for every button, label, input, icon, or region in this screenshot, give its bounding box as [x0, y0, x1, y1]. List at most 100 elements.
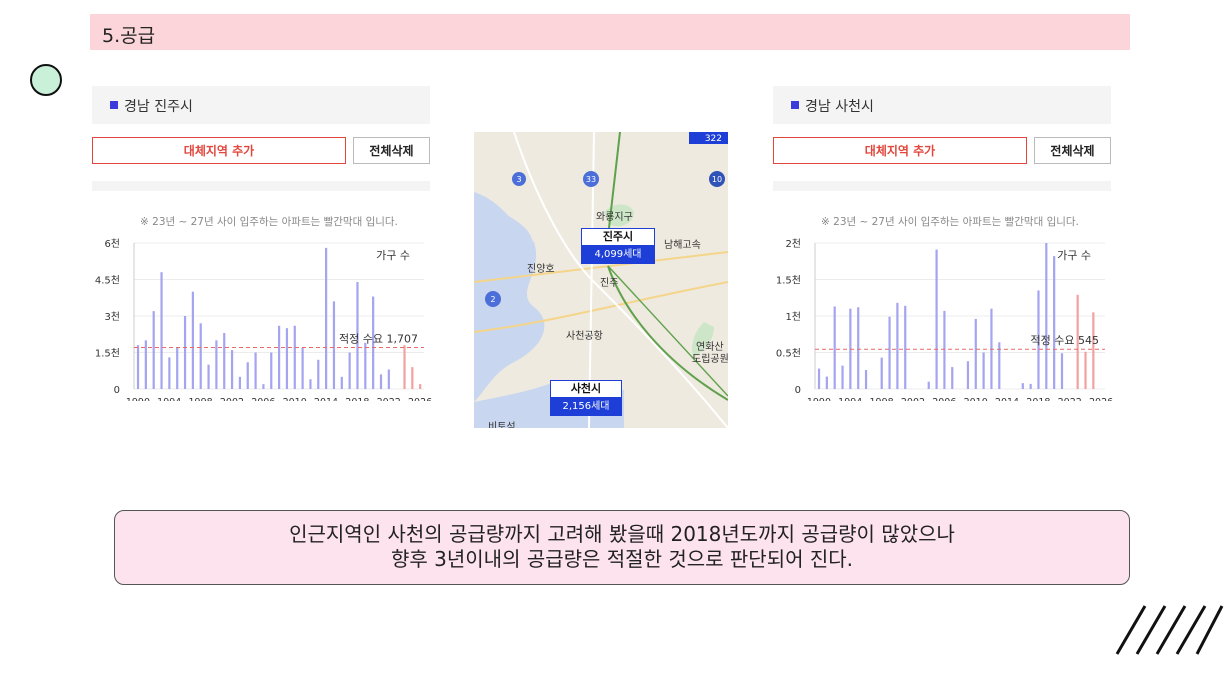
x-tick-label: 1998 — [189, 397, 213, 401]
marker-household-count: 2,156세대 — [550, 398, 622, 416]
x-tick-label: 2002 — [901, 397, 925, 401]
legend-label: 가구 수 — [1057, 249, 1091, 262]
region-label: 경남 사천시 — [805, 99, 874, 115]
demand-label: 적정 수요 1,707 — [339, 332, 418, 345]
delete-all-button[interactable]: 전체삭제 — [353, 137, 430, 164]
bar — [207, 364, 210, 389]
svg-text:2: 2 — [490, 295, 495, 304]
delete-all-button[interactable]: 전체삭제 — [1034, 137, 1111, 164]
x-tick-label: 2010 — [964, 397, 988, 401]
bar — [152, 311, 155, 389]
panel-divider — [92, 181, 430, 191]
bar — [332, 301, 336, 389]
bar — [136, 345, 140, 389]
map-marker-jinju[interactable]: 진주시 4,099세대 — [581, 228, 655, 266]
map-label: 남해고속 — [664, 240, 701, 251]
x-tick-label: 2014 — [995, 397, 1019, 401]
x-tick-label: 2010 — [283, 397, 307, 401]
marker-city-name: 사천시 — [550, 380, 622, 398]
bar — [966, 361, 970, 389]
x-tick-label: 2018 — [345, 397, 369, 401]
panel-sacheon: 경남 사천시 대체지역 추가 전체삭제 ※ 23년 ~ 27년 사이 입주하는 … — [773, 86, 1113, 466]
bar — [246, 362, 249, 389]
bar — [841, 365, 844, 389]
supply-chart-jinju: 0 1.5천 3천 4.5천 6천 1990 1994 1998 2002 2006 2010 201… — [95, 238, 432, 401]
summary-box: 인근지역인 사천의 공급량까지 고려해 봤을때 2018년도까지 공급량이 많았… — [114, 510, 1130, 585]
bar — [168, 357, 171, 389]
bar — [176, 347, 179, 389]
bar — [325, 247, 328, 389]
y-tick-label: 0.5천 — [776, 348, 801, 360]
bar — [1045, 243, 1048, 389]
x-tick-label: 2026 — [408, 397, 432, 401]
bar — [262, 384, 265, 389]
supply-chart-sacheon: 0 0.5천 1천 1.5천 2천 1990 1994 1998 2002 2006 2010 201… — [776, 238, 1113, 401]
square-icon — [110, 101, 118, 109]
bar — [309, 379, 312, 389]
add-alternative-region-button[interactable]: 대체지역 추가 — [92, 137, 346, 164]
x-tick-label: 2018 — [1026, 397, 1050, 401]
bar — [270, 352, 273, 389]
bar — [403, 345, 406, 389]
bar — [293, 325, 296, 389]
add-alternative-region-button[interactable]: 대체지역 추가 — [773, 137, 1027, 164]
summary-line-2: 향후 3년이내의 공급량은 적절한 것으로 판단되어 진다. — [390, 547, 854, 571]
legend-label: 가구 수 — [376, 249, 410, 262]
bar — [183, 316, 187, 389]
bar — [238, 376, 242, 389]
bar — [888, 316, 891, 389]
x-tick-label: 2014 — [314, 397, 338, 401]
bar — [1029, 383, 1032, 389]
x-tick-label: 2006 — [251, 397, 275, 401]
bar — [278, 325, 281, 389]
summary-line-1: 인근지역인 사천의 공급량까지 고려해 봤을때 2018년도까지 공급량이 많았… — [289, 522, 955, 546]
x-tick-label: 1998 — [870, 397, 894, 401]
y-tick-label: 0 — [795, 385, 801, 396]
map-marker-sacheon[interactable]: 사천시 2,156세대 — [550, 380, 622, 418]
decorative-slashes — [1115, 605, 1224, 655]
map-label: 비토섬 — [488, 422, 516, 428]
bar — [223, 333, 226, 389]
bar — [833, 306, 836, 389]
map-label: 사천공항 — [566, 331, 603, 342]
bar — [317, 359, 320, 389]
section-title: 5.공급 — [102, 25, 156, 47]
chart-note: ※ 23년 ~ 27년 사이 입주하는 아파트는 빨간막대 입니다. — [821, 216, 1079, 228]
bar — [857, 307, 860, 389]
panel-divider — [773, 181, 1111, 191]
bar — [301, 347, 304, 389]
x-tick-label: 2026 — [1089, 397, 1113, 401]
region-map[interactable]: 3 33 10 2 322 와룡지구 진양호 진주 사천공항 연화산 도립공원 … — [474, 132, 728, 428]
bar — [1053, 256, 1056, 389]
x-tick-label: 2022 — [1058, 397, 1082, 401]
region-label: 경남 진주시 — [124, 99, 193, 115]
bar — [230, 350, 234, 389]
bar — [144, 340, 147, 389]
map-label: 진주 — [600, 278, 619, 289]
y-tick-label: 1.5천 — [776, 275, 801, 287]
bar — [896, 302, 899, 389]
x-tick-label: 1994 — [838, 397, 862, 401]
bar — [927, 381, 930, 389]
bar — [199, 323, 202, 389]
svg-text:322: 322 — [705, 134, 722, 144]
bar — [379, 374, 383, 389]
bar — [982, 352, 985, 389]
y-tick-label: 1천 — [785, 311, 801, 323]
map-label: 도립공원 — [692, 354, 728, 365]
bar — [364, 342, 367, 389]
bar — [825, 376, 828, 389]
map-label: 와룡지구 — [596, 212, 633, 223]
bar — [935, 249, 938, 389]
y-tick-label: 4.5천 — [95, 275, 120, 287]
demand-label: 적정 수요 545 — [1031, 334, 1099, 347]
bar — [191, 291, 194, 389]
bar — [880, 357, 883, 389]
bar — [419, 384, 422, 389]
bar — [864, 370, 868, 389]
marker-household-count: 4,099세대 — [581, 246, 655, 264]
x-tick-label: 1994 — [157, 397, 181, 401]
x-tick-label: 2006 — [932, 397, 956, 401]
section-title-bar: 5.공급 — [90, 14, 1130, 50]
x-tick-label: 1990 — [807, 397, 831, 401]
